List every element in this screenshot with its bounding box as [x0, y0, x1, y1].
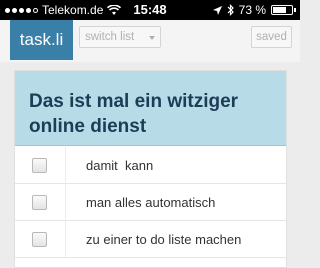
list-item: man alles automatisch [15, 184, 286, 221]
bluetooth-icon [227, 4, 234, 16]
item-text[interactable]: damit kann [86, 147, 153, 184]
battery-icon [271, 5, 296, 15]
location-arrow-icon [212, 5, 222, 15]
status-bar: Telekom.de 15:48 73 % [0, 0, 300, 20]
switch-list-dropdown[interactable]: switch list [79, 26, 161, 48]
item-checkbox[interactable] [32, 158, 47, 173]
todo-items: damit kann man alles automatisch zu eine… [15, 147, 286, 258]
battery-percent: 73 % [238, 3, 266, 17]
item-text[interactable]: zu einer to do liste machen [86, 221, 241, 258]
chevron-down-icon [149, 36, 155, 40]
item-divider [65, 184, 66, 220]
app-logo[interactable]: task.li [10, 20, 73, 60]
item-divider [65, 221, 66, 257]
switch-list-label: switch list [85, 31, 135, 43]
item-checkbox[interactable] [32, 232, 47, 247]
item-divider [65, 147, 66, 183]
saved-button[interactable]: saved [251, 26, 292, 48]
app-toolbar: task.li switch list saved [0, 20, 300, 62]
item-text[interactable]: man alles automatisch [86, 184, 215, 221]
item-checkbox[interactable] [32, 195, 47, 210]
list-item: damit kann [15, 147, 286, 184]
list-item: zu einer to do liste machen [15, 221, 286, 258]
status-right: 73 % [212, 0, 296, 20]
list-title[interactable]: Das ist mal ein witziger online dienst [15, 71, 286, 146]
todo-list-card: Das ist mal ein witziger online dienst d… [14, 70, 287, 268]
